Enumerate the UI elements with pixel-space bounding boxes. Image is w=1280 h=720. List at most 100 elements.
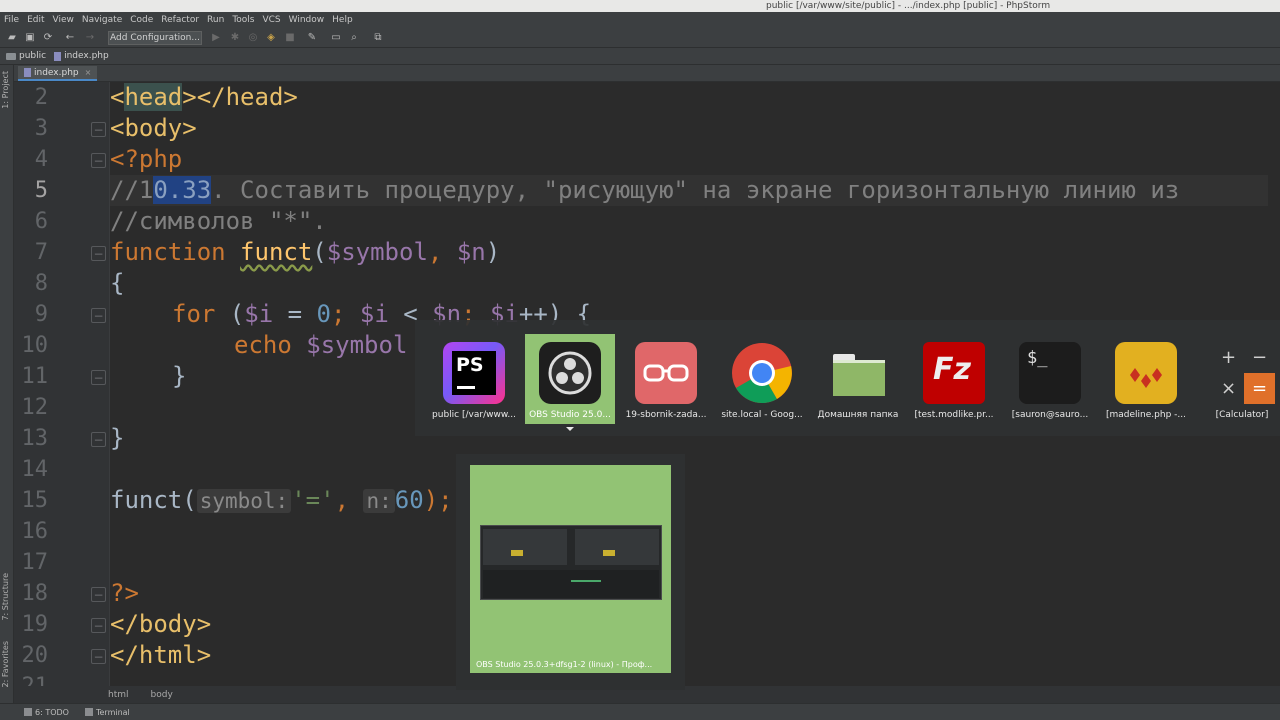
parameter-hint: n: (363, 489, 395, 513)
line-number: 15 (21, 488, 49, 513)
title-bar: public [/var/www/site/public] - .../inde… (0, 0, 1280, 12)
tab-index-php[interactable]: index.php × (18, 66, 98, 81)
menu-file[interactable]: File (4, 15, 19, 25)
switcher-app-reader[interactable]: 19-sbornik-zada... (621, 334, 711, 424)
code-line: </html> (110, 641, 212, 669)
terminal-tool-button[interactable]: Terminal (84, 708, 130, 717)
php-file-icon (24, 68, 31, 77)
code-line: <head></head> (110, 83, 298, 111)
menu-run[interactable]: Run (207, 15, 224, 25)
code-line: echo $symbol (234, 331, 408, 359)
line-number: 14 (21, 457, 49, 482)
menu-code[interactable]: Code (130, 15, 153, 25)
window-preview[interactable]: OBS Studio 25.0.3+dfsg1-2 (linux) - Проф… (456, 454, 685, 690)
menu-view[interactable]: View (53, 15, 74, 25)
fold-toggle-icon[interactable]: − (91, 649, 106, 664)
switcher-app-obs[interactable]: OBS Studio 25.0... (525, 334, 615, 424)
line-number: 10 (21, 333, 49, 358)
window-switcher: PS public [/var/www... OBS Studio 25.0..… (415, 320, 1280, 436)
wrench-icon[interactable]: ✎ (306, 32, 318, 44)
line-number: 9 (34, 302, 48, 327)
add-configuration-button[interactable]: Add Configuration... (108, 31, 202, 45)
line-number-current: 5 (34, 178, 48, 203)
fold-toggle-icon[interactable]: − (91, 587, 106, 602)
switcher-app-terminal[interactable]: $_ [sauron@sauro... (1005, 334, 1095, 424)
obs-icon (539, 342, 601, 404)
switcher-app-chrome[interactable]: site.local - Goog... (717, 334, 807, 424)
close-tab-icon[interactable]: × (85, 68, 92, 77)
menu-vcs[interactable]: VCS (262, 15, 280, 25)
fold-toggle-icon[interactable]: − (91, 370, 106, 385)
line-number: 2 (34, 85, 48, 110)
search-icon[interactable]: ⌕ (348, 32, 360, 44)
obs-logo (548, 351, 592, 395)
glasses-glyph (643, 364, 689, 382)
selected-text: 0.33 (153, 176, 212, 204)
forward-icon[interactable]: → (84, 32, 96, 44)
text-editor-icon (1115, 342, 1177, 404)
fold-toggle-icon[interactable]: − (91, 618, 106, 633)
filezilla-icon: Fz (923, 342, 985, 404)
switcher-app-text-editor[interactable]: [madeline.php -... (1101, 334, 1191, 424)
run-icon[interactable]: ▶ (210, 32, 222, 44)
favorites-tool-button[interactable]: 2: Favorites (1, 641, 10, 687)
menu-refactor[interactable]: Refactor (161, 15, 199, 25)
left-tool-strip: 1: Project 7: Structure 2: Favorites (0, 65, 14, 703)
menu-help[interactable]: Help (332, 15, 353, 25)
open-folder-icon[interactable]: ▰ (6, 32, 18, 44)
todo-icon (24, 708, 32, 716)
menu-edit[interactable]: Edit (27, 15, 44, 25)
window-title: public [/var/www/site/public] - .../inde… (766, 1, 1051, 11)
save-icon[interactable]: ▣ (24, 32, 36, 44)
back-icon[interactable]: ← (64, 32, 76, 44)
code-line: function funct($symbol, $n) (110, 238, 501, 266)
menu-window[interactable]: Window (289, 15, 325, 25)
breadcrumb-project[interactable]: public (6, 51, 46, 61)
line-number: 17 (21, 550, 49, 575)
crumb-body[interactable]: body (151, 690, 173, 700)
debug-icon[interactable]: ✱ (229, 32, 241, 44)
code-line: } (110, 424, 125, 452)
line-number: 13 (21, 426, 49, 451)
sync-icon[interactable]: ⟳ (42, 32, 54, 44)
menu-tools[interactable]: Tools (232, 15, 254, 25)
breadcrumb-file[interactable]: index.php (54, 51, 109, 61)
diamonds-glyph (1130, 368, 1162, 388)
line-number: 8 (34, 271, 48, 296)
switcher-app-phpstorm[interactable]: PS public [/var/www... (429, 334, 519, 424)
code-line: </body> (110, 610, 212, 638)
line-number: 3 (34, 116, 48, 141)
switcher-app-calculator[interactable]: + − × = [Calculator] (1197, 334, 1280, 424)
stop-icon[interactable]: ■ (284, 32, 296, 44)
main-toolbar: ▰ ▣ ⟳ ← → Add Configuration... ▶ ✱ ◎ ◈ ■… (0, 28, 1280, 48)
profile-icon[interactable]: ◈ (265, 32, 277, 44)
structure-tool-button[interactable]: 7: Structure (1, 573, 10, 621)
bottom-tool-bar: 6: TODO Terminal (0, 703, 1280, 720)
chrome-icon (731, 342, 793, 404)
project-tool-button[interactable]: 1: Project (1, 71, 10, 109)
project-structure-icon[interactable]: ▭ (330, 32, 342, 44)
preview-title: OBS Studio 25.0.3+dfsg1-2 (linux) - Проф… (476, 660, 653, 669)
parameter-hint: symbol: (196, 489, 292, 513)
fold-toggle-icon[interactable]: − (91, 122, 106, 137)
fold-toggle-icon[interactable]: − (91, 246, 106, 261)
line-number: 18 (21, 581, 49, 606)
fold-toggle-icon[interactable]: − (91, 432, 106, 447)
menu-navigate[interactable]: Navigate (82, 15, 122, 25)
tasks-icon[interactable]: ⧉ (372, 32, 384, 44)
fold-toggle-icon[interactable]: − (91, 153, 106, 168)
code-line: funct(symbol: '=', n: 60); (110, 486, 453, 514)
line-number: 4 (34, 147, 48, 172)
switcher-app-files[interactable]: Домашняя папка (813, 334, 903, 424)
line-number: 7 (34, 240, 48, 265)
reader-glasses-icon (635, 342, 697, 404)
crumb-html[interactable]: html (108, 690, 129, 700)
coverage-icon[interactable]: ◎ (247, 32, 259, 44)
preview-frame: OBS Studio 25.0.3+dfsg1-2 (linux) - Проф… (470, 465, 671, 673)
code-line: <body> (110, 114, 197, 142)
switcher-app-filezilla[interactable]: Fz [test.modlike.pr... (909, 334, 999, 424)
fold-toggle-icon[interactable]: − (91, 308, 106, 323)
menu-bar: File Edit View Navigate Code Refactor Ru… (0, 12, 1280, 28)
todo-tool-button[interactable]: 6: TODO (24, 708, 69, 717)
navigation-bar: public index.php (0, 48, 1280, 65)
